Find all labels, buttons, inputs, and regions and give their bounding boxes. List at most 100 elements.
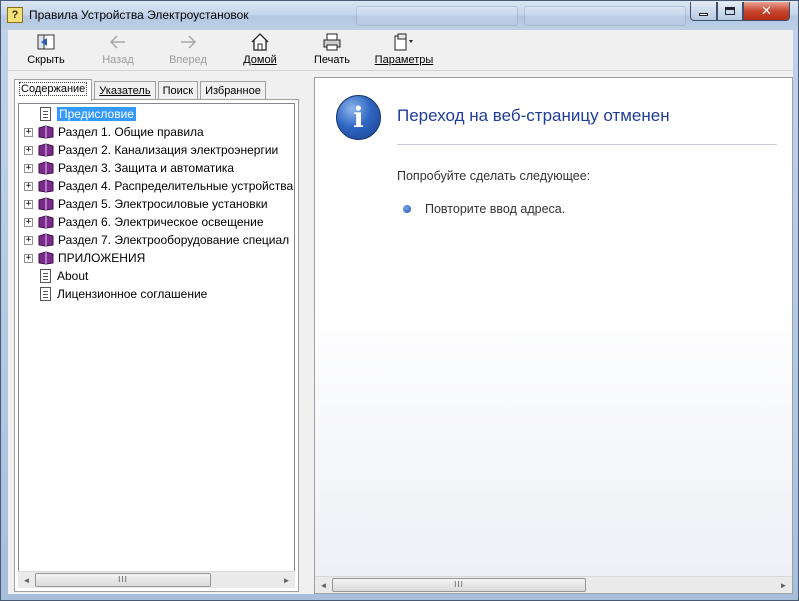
scroll-left-arrow-icon[interactable]: ◄	[18, 572, 35, 588]
home-icon	[238, 32, 282, 52]
book-icon	[38, 215, 54, 229]
expand-plus-icon[interactable]: +	[24, 199, 33, 209]
tree-item-label: ПРИЛОЖЕНИЯ	[58, 251, 146, 265]
expand-plus-icon[interactable]: +	[24, 181, 33, 191]
tree-item[interactable]: + Раздел 6. Электрическое освещение	[19, 213, 264, 231]
book-icon	[38, 179, 54, 193]
tab-index-label: Указатель	[99, 85, 151, 97]
info-icon: i	[336, 95, 381, 140]
tree-item-label: Лицензионное соглашение	[57, 287, 208, 301]
forward-arrow-icon	[163, 32, 213, 52]
tab-contents-label: Содержание	[19, 82, 88, 96]
contents-panel: Предисловие + Раздел 1. Общие правила + Разд…	[14, 99, 299, 592]
help-app-icon: ?	[7, 7, 23, 23]
tab-favorites[interactable]: Избранное	[200, 81, 266, 100]
tree-item-label: About	[57, 269, 89, 283]
book-icon	[38, 233, 54, 247]
tree-item[interactable]: + Раздел 3. Защита и автоматика	[19, 159, 234, 177]
tree-item[interactable]: Предисловие	[19, 105, 137, 123]
home-label: Домой	[243, 54, 277, 66]
pane-splitter[interactable]	[304, 71, 312, 594]
forward-label: Вперед	[169, 54, 207, 66]
expand-plus-icon[interactable]: +	[24, 217, 33, 227]
minimize-button[interactable]	[690, 2, 717, 21]
toolbar: Скрыть Назад Вперед Домой Печать Парамет…	[8, 30, 793, 71]
topic-background	[315, 78, 792, 576]
tree-item[interactable]: + Раздел 7. Электрооборудование специал	[19, 231, 289, 249]
options-icon	[372, 32, 436, 52]
page-icon	[40, 269, 51, 283]
help-client-area: Содержание Указатель Поиск Избранное Пре…	[8, 71, 793, 594]
page-icon	[40, 107, 51, 121]
close-icon: ✕	[761, 3, 772, 18]
tab-contents[interactable]: Содержание	[14, 79, 93, 101]
expand-plus-icon[interactable]: +	[24, 235, 33, 245]
tab-favorites-label: Избранное	[205, 85, 261, 97]
tree-item[interactable]: About	[19, 267, 88, 285]
tree-item[interactable]: + Раздел 2. Канализация электроэнергии	[19, 141, 278, 159]
window-title: Правила Устройства Электроустановок	[29, 8, 249, 22]
ghost-tab	[524, 6, 686, 26]
tree-item[interactable]: + Раздел 4. Распределительные устройства	[19, 177, 293, 195]
scroll-right-arrow-icon[interactable]: ►	[775, 577, 792, 593]
tab-search-label: Поиск	[162, 85, 194, 97]
back-label: Назад	[102, 54, 134, 66]
forward-button[interactable]: Вперед	[163, 32, 213, 69]
print-label: Печать	[313, 54, 351, 66]
navigation-canceled-title: Переход на веб-страницу отменен	[397, 106, 670, 125]
tree-item[interactable]: Лицензионное соглашение	[19, 285, 207, 303]
suggestion-heading: Попробуйте сделать следующее:	[397, 169, 591, 183]
page-icon	[40, 287, 51, 301]
tree-item-label: Раздел 4. Распределительные устройства	[58, 179, 294, 193]
tree-item-label: Раздел 2. Канализация электроэнергии	[58, 143, 279, 157]
tree-item-label: Предисловие	[56, 106, 137, 122]
book-icon	[38, 251, 54, 265]
book-icon	[38, 143, 54, 157]
scroll-thumb[interactable]: III	[332, 578, 586, 592]
topic-horizontal-scrollbar[interactable]: ◄ III ►	[315, 576, 792, 593]
tree-item-label: Раздел 5. Электросиловые установки	[58, 197, 268, 211]
tab-search[interactable]: Поиск	[157, 81, 199, 100]
tab-index[interactable]: Указатель	[94, 81, 156, 100]
contents-tree[interactable]: Предисловие + Раздел 1. Общие правила + Разд…	[18, 103, 295, 576]
tree-horizontal-scrollbar[interactable]: ◄ III ►	[18, 571, 295, 588]
options-button[interactable]: Параметры	[372, 32, 436, 69]
help-window: ? Правила Устройства Электроустановок ✕ …	[0, 0, 799, 601]
maximize-button[interactable]	[717, 2, 743, 21]
options-label: Параметры	[374, 54, 434, 66]
tree-item[interactable]: + ПРИЛОЖЕНИЯ	[19, 249, 145, 267]
back-arrow-icon	[96, 32, 140, 52]
scroll-thumb[interactable]: III	[35, 573, 211, 587]
book-icon	[38, 125, 54, 139]
maximize-icon	[725, 7, 735, 15]
expand-plus-icon[interactable]: +	[24, 127, 33, 137]
print-button[interactable]: Печать	[310, 32, 354, 69]
title-bar[interactable]: ? Правила Устройства Электроустановок ✕	[1, 1, 798, 30]
hide-label: Скрыть	[27, 54, 65, 66]
topic-pane: i Переход на веб-страницу отменен Попроб…	[314, 77, 793, 594]
minimize-icon	[699, 12, 708, 16]
tree-item-label: Раздел 7. Электрооборудование специал	[58, 233, 290, 247]
hide-button[interactable]: Скрыть	[22, 32, 70, 69]
suggestion-text: Повторите ввод адреса.	[425, 202, 566, 216]
tree-item-label: Раздел 6. Электрическое освещение	[58, 215, 264, 229]
expand-plus-icon[interactable]: +	[24, 145, 33, 155]
title-divider	[397, 144, 777, 145]
tree-item[interactable]: + Раздел 5. Электросиловые установки	[19, 195, 268, 213]
book-icon	[38, 197, 54, 211]
ghost-tab	[356, 6, 518, 26]
scroll-left-arrow-icon[interactable]: ◄	[315, 577, 332, 593]
suggestion-item: Повторите ввод адреса.	[403, 202, 565, 216]
navigation-tabs: Содержание Указатель Поиск Избранное	[14, 79, 268, 101]
close-button[interactable]: ✕	[743, 2, 790, 21]
back-button[interactable]: Назад	[96, 32, 140, 69]
tree-item[interactable]: + Раздел 1. Общие правила	[19, 123, 204, 141]
tree-item-label: Раздел 3. Защита и автоматика	[58, 161, 235, 175]
tree-item-label: Раздел 1. Общие правила	[58, 125, 204, 139]
book-icon	[38, 161, 54, 175]
home-button[interactable]: Домой	[238, 32, 282, 69]
scroll-right-arrow-icon[interactable]: ►	[278, 572, 295, 588]
expand-plus-icon[interactable]: +	[24, 253, 33, 263]
bullet-icon	[403, 205, 411, 213]
expand-plus-icon[interactable]: +	[24, 163, 33, 173]
